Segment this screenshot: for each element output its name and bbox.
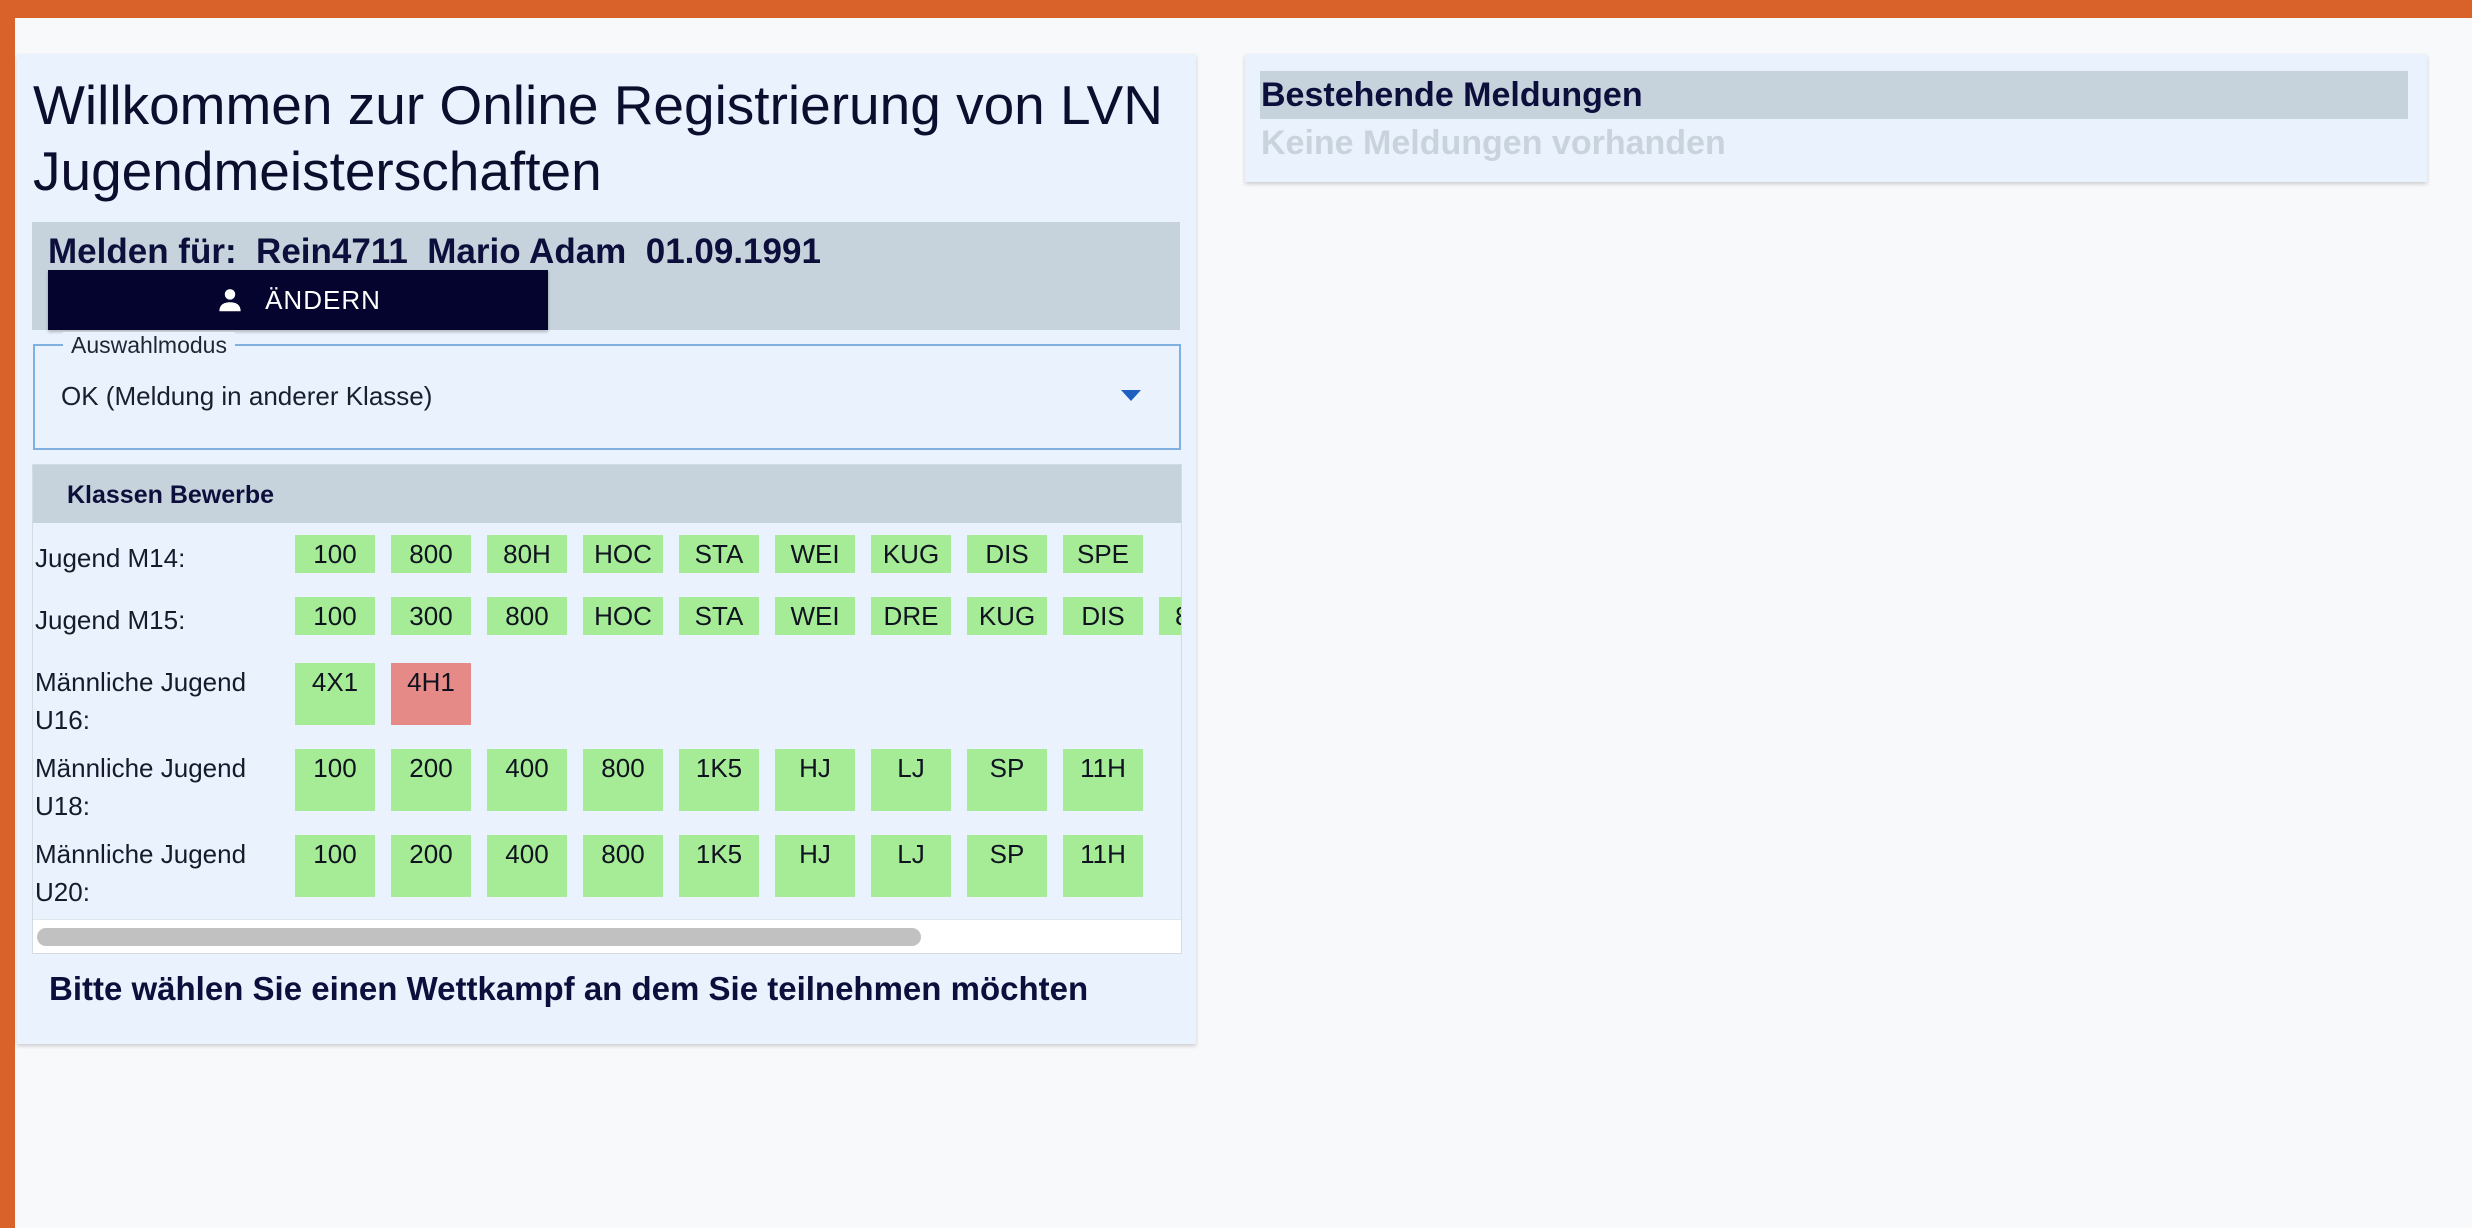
event-chip-400[interactable]: 400 <box>487 749 567 811</box>
event-chip-1k5[interactable]: 1K5 <box>679 835 759 897</box>
event-chip-800[interactable]: 800 <box>583 749 663 811</box>
existing-registrations-title: Bestehende Meldungen <box>1261 76 1643 114</box>
event-chip-dis[interactable]: DIS <box>1063 597 1143 635</box>
table-rows: Jugend M14: 100 800 80H HOC STA WEI KUG DIS SPE Ju… <box>33 523 1181 903</box>
event-chip-wei[interactable]: WEI <box>775 597 855 635</box>
event-chip-800[interactable]: 800 <box>583 835 663 897</box>
auswahlmodus-label: Auswahlmodus <box>63 332 235 359</box>
row-class-label: Männliche Jugend U18: <box>35 753 247 821</box>
melden-info: Melden für: Rein4711 Mario Adam 01.09.19… <box>48 232 821 271</box>
event-chip-dis[interactable]: DIS <box>967 535 1047 573</box>
event-chip-80h[interactable]: 80H <box>1159 597 1181 635</box>
event-chip-spe[interactable]: SPE <box>1063 535 1143 573</box>
event-chip-sta[interactable]: STA <box>679 597 759 635</box>
event-chip-4x1[interactable]: 4X1 <box>295 663 375 725</box>
no-registrations-text: Keine Meldungen vorhanden <box>1261 124 1726 162</box>
row-class-label: Männliche Jugend U16: <box>35 667 247 735</box>
row-class-label: Jugend M14: <box>35 543 186 573</box>
event-chip-sta[interactable]: STA <box>679 535 759 573</box>
event-chip-wei[interactable]: WEI <box>775 535 855 573</box>
event-chip-100[interactable]: 100 <box>295 597 375 635</box>
event-chip-200[interactable]: 200 <box>391 835 471 897</box>
melden-header: Melden für: Rein4711 Mario Adam 01.09.19… <box>32 222 1180 330</box>
change-athlete-button[interactable]: ÄNDERN <box>48 270 548 330</box>
event-chip-sp[interactable]: SP <box>967 749 1047 811</box>
row-class-label: Jugend M15: <box>35 605 186 635</box>
event-chip-kug[interactable]: KUG <box>967 597 1047 635</box>
klassen-bewerbe-table: Klassen Bewerbe Jugend M14: 100 800 80H HOC S… <box>32 464 1182 954</box>
dropdown-arrow-icon[interactable] <box>1121 390 1141 401</box>
top-accent-bar <box>0 0 2472 18</box>
event-chip-100[interactable]: 100 <box>295 835 375 897</box>
event-chip-80h[interactable]: 80H <box>487 535 567 573</box>
registration-panel: Willkommen zur Online Registrierung von … <box>17 54 1196 1044</box>
row-class-label: Männliche Jugend U20: <box>35 839 247 903</box>
event-chip-400[interactable]: 400 <box>487 835 567 897</box>
existing-registrations-panel: Bestehende Meldungen Keine Meldungen vor… <box>1245 54 2427 182</box>
event-chip-100[interactable]: 100 <box>295 535 375 573</box>
event-chip-4h1[interactable]: 4H1 <box>391 663 471 725</box>
change-button-label: ÄNDERN <box>265 284 381 315</box>
event-chip-300[interactable]: 300 <box>391 597 471 635</box>
event-chip-800[interactable]: 800 <box>487 597 567 635</box>
event-chip-lj[interactable]: LJ <box>871 749 951 811</box>
event-chip-hj[interactable]: HJ <box>775 749 855 811</box>
auswahlmodus-select[interactable]: Auswahlmodus OK (Meldung in anderer Klas… <box>33 332 1181 450</box>
event-chip-hoc[interactable]: HOC <box>583 597 663 635</box>
scrollbar-thumb[interactable] <box>37 928 921 946</box>
table-header-label: Klassen Bewerbe <box>67 481 275 509</box>
event-chip-hoc[interactable]: HOC <box>583 535 663 573</box>
auswahlmodus-value: OK (Meldung in anderer Klasse) <box>61 381 433 411</box>
event-chip-lj[interactable]: LJ <box>871 835 951 897</box>
left-accent-bar <box>0 0 15 1228</box>
event-chip-800[interactable]: 800 <box>391 535 471 573</box>
horizontal-scrollbar[interactable] <box>33 919 1181 953</box>
event-chip-kug[interactable]: KUG <box>871 535 951 573</box>
event-chip-sp[interactable]: SP <box>967 835 1047 897</box>
person-icon <box>219 289 241 312</box>
event-chip-1k5[interactable]: 1K5 <box>679 749 759 811</box>
page-title: Willkommen zur Online Registrierung von … <box>33 74 1163 202</box>
table-header: Klassen Bewerbe <box>33 465 1181 523</box>
event-chip-100[interactable]: 100 <box>295 749 375 811</box>
event-chip-dre[interactable]: DRE <box>871 597 951 635</box>
event-chip-200[interactable]: 200 <box>391 749 471 811</box>
event-chip-hj[interactable]: HJ <box>775 835 855 897</box>
event-chip-11h[interactable]: 11H <box>1063 835 1143 897</box>
instruction-text: Bitte wählen Sie einen Wettkampf an dem … <box>49 970 1089 1007</box>
event-chip-11h[interactable]: 11H <box>1063 749 1143 811</box>
